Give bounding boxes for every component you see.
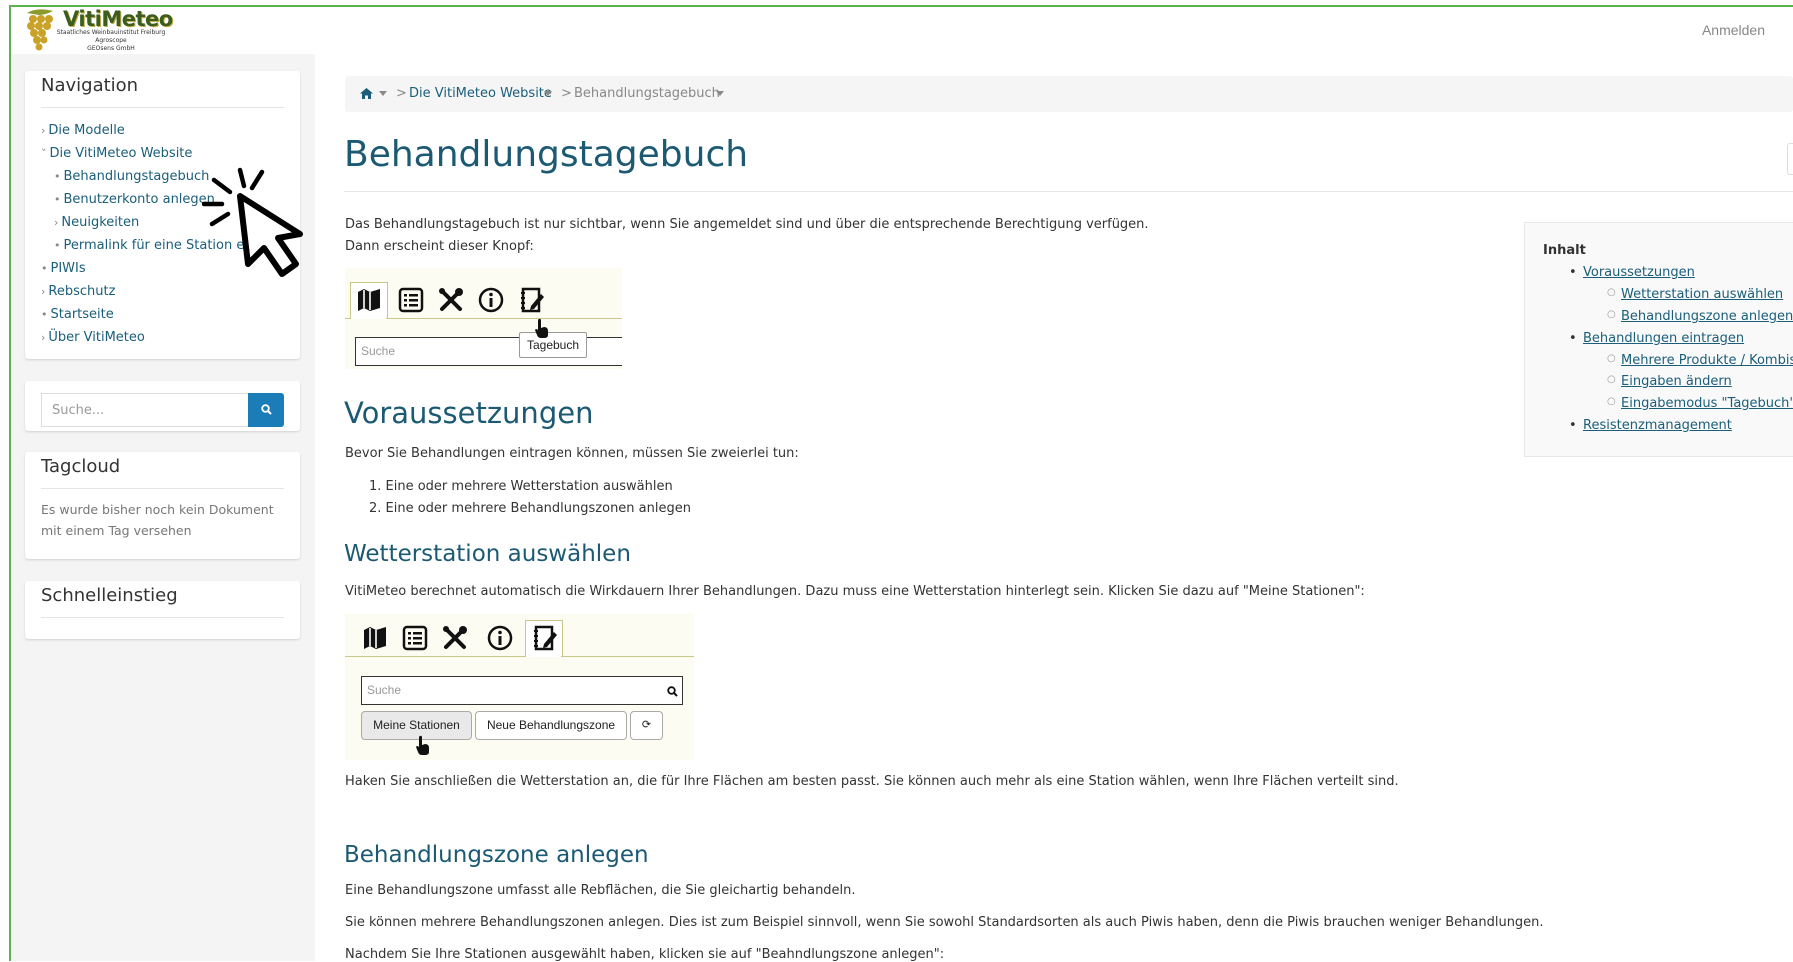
nav-item-startseite[interactable]: • Startseite xyxy=(41,307,114,322)
quick-access-panel: Schnelleinstieg xyxy=(25,581,300,639)
breadcrumb: > Die VitiMeteo Website > Behandlungstag… xyxy=(345,76,1793,112)
breadcrumb-current: Behandlungstagebuch xyxy=(574,86,720,101)
chevron-down-icon[interactable] xyxy=(544,91,552,96)
quick-access-title: Schnelleinstieg xyxy=(41,585,178,606)
toolbar-screenshot: Suche Tagebuch xyxy=(345,268,622,369)
search-icon xyxy=(667,686,678,697)
list-item: 1. Eine oder mehrere Wetterstation auswä… xyxy=(369,479,673,494)
section-text: Nachdem Sie Ihre Stationen ausgewählt ha… xyxy=(345,947,945,962)
logo-line: Agroscope xyxy=(95,37,127,44)
section-text: VitiMeteo berechnet automatisch die Wirk… xyxy=(345,584,1365,599)
sidebar-search-input[interactable]: Suche... xyxy=(41,393,248,427)
tools-icon xyxy=(443,626,467,649)
info-icon xyxy=(487,625,513,651)
breadcrumb-site[interactable]: Die VitiMeteo Website xyxy=(409,86,552,101)
intro-text: Das Behandlungstagebuch ist nur sichtbar… xyxy=(345,217,1149,232)
toc-item-eingabemodus[interactable]: Eingabemodus "Tagebuch" xyxy=(1621,396,1793,411)
section-title-wetterstation: Wetterstation auswählen xyxy=(344,541,631,567)
section-text: Haken Sie anschließen die Wetterstation … xyxy=(345,774,1399,789)
home-icon[interactable] xyxy=(360,88,373,99)
logo-line: GEOsens GmbH xyxy=(87,45,135,52)
toc-item-behandlungszone[interactable]: Behandlungszone anlegen xyxy=(1621,309,1793,324)
section-title-behandlungszone: Behandlungszone anlegen xyxy=(344,842,649,868)
chevron-down-icon[interactable] xyxy=(379,91,387,96)
breadcrumb-separator: > xyxy=(396,86,407,101)
search-icon xyxy=(260,404,272,415)
sidebar-search-button[interactable] xyxy=(248,393,284,427)
toc-item-behandlungen[interactable]: Behandlungen eintragen xyxy=(1583,331,1744,346)
section-text: Sie können mehrere Behandlungszonen anle… xyxy=(345,915,1544,930)
map-icon xyxy=(358,289,380,311)
nav-item-benutzerkonto[interactable]: • Benutzerkonto anlegen xyxy=(54,192,215,207)
list-item: 2. Eine oder mehrere Behandlungszonen an… xyxy=(369,501,691,516)
cursor-icon xyxy=(202,167,303,277)
diary-icon xyxy=(534,625,557,651)
toc-item-eingaben-aendern[interactable]: Eingaben ändern xyxy=(1621,374,1732,389)
login-link[interactable]: Anmelden xyxy=(1702,22,1765,38)
nav-item-neuigkeiten[interactable]: › Neuigkeiten xyxy=(54,215,139,230)
tools-icon xyxy=(439,288,463,311)
nav-item-ueber-vitimeteo[interactable]: › Über VitiMeteo xyxy=(41,330,145,345)
info-icon xyxy=(478,287,504,313)
section-title-voraussetzungen: Voraussetzungen xyxy=(344,396,594,430)
nav-item-behandlungstagebuch[interactable]: • Behandlungstagebuch xyxy=(54,169,209,184)
list-icon xyxy=(398,287,424,313)
hand-cursor-icon xyxy=(416,735,429,755)
toc-title: Inhalt xyxy=(1543,243,1586,258)
tagcloud-title: Tagcloud xyxy=(41,456,121,477)
stations-screenshot: Suche Meine Stationen Neue Behandlungszo… xyxy=(345,614,694,760)
tagcloud-text: mit einem Tag versehen xyxy=(41,523,192,538)
logo-line: Staatliches Weinbauinstitut Freiburg xyxy=(56,29,166,36)
chevron-down-icon[interactable] xyxy=(716,91,724,96)
toc-item-resistenzmanagement[interactable]: Resistenzmanagement xyxy=(1583,418,1732,433)
page-action-button[interactable] xyxy=(1787,143,1793,175)
logo-title: VitiMeteo xyxy=(63,7,173,31)
list-icon xyxy=(402,625,428,651)
nav-item-rebschutz[interactable]: › Rebschutz xyxy=(41,284,115,299)
new-zone-button: Neue Behandlungszone xyxy=(475,711,627,740)
diary-tooltip: Tagebuch xyxy=(519,332,587,358)
section-text: Eine Behandlungszone umfasst alle Rebflä… xyxy=(345,883,856,898)
sidebar-search-panel: Suche... xyxy=(25,381,300,431)
map-icon xyxy=(364,627,386,649)
diary-icon[interactable] xyxy=(517,286,545,314)
page-title: Behandlungstagebuch xyxy=(344,134,749,175)
refresh-button: ⟳ xyxy=(630,711,663,740)
intro-text: Dann erscheint dieser Knopf: xyxy=(345,239,534,254)
nav-item-vitimeteo-website[interactable]: ˅ Die VitiMeteo Website xyxy=(41,146,192,161)
nav-item-die-modelle[interactable]: › Die Modelle xyxy=(41,123,125,138)
toc-item-voraussetzungen[interactable]: Voraussetzungen xyxy=(1583,265,1695,280)
nav-item-piwis[interactable]: • PIWIs xyxy=(41,261,86,276)
toc-item-mehrere-produkte[interactable]: Mehrere Produkte / Kombis xyxy=(1621,353,1793,368)
tagcloud-panel: Tagcloud Es wurde bisher noch kein Dokum… xyxy=(25,452,300,559)
hand-cursor-icon xyxy=(535,318,548,338)
breadcrumb-separator: > xyxy=(561,86,572,101)
navigation-title: Navigation xyxy=(41,75,139,96)
logo[interactable]: VitiMeteo Staatliches Weinbauinstitut Fr… xyxy=(23,7,173,55)
toc-item-wetterstation[interactable]: Wetterstation auswählen xyxy=(1621,287,1783,302)
table-of-contents: Inhalt • Voraussetzungen ○ Wetterstation… xyxy=(1524,222,1793,457)
section-text: Bevor Sie Behandlungen eintragen können,… xyxy=(345,446,799,461)
stations-search-input: Suche xyxy=(361,676,683,705)
tagcloud-text: Es wurde bisher noch kein Dokument xyxy=(41,502,274,517)
